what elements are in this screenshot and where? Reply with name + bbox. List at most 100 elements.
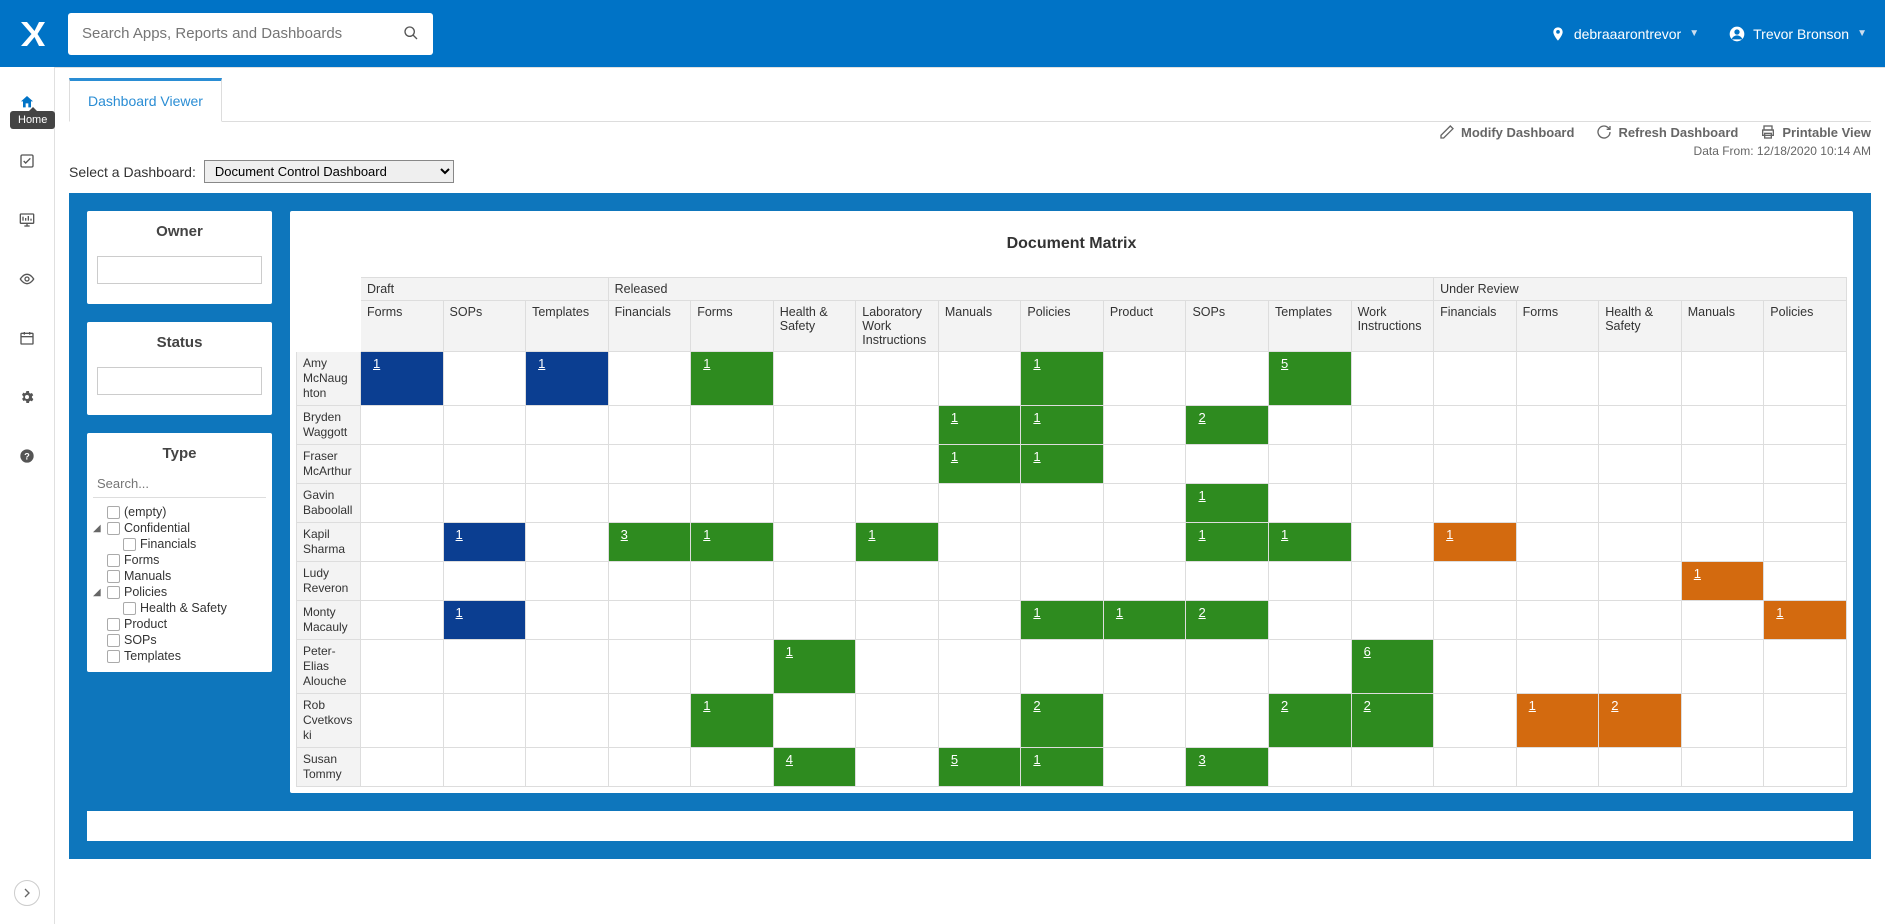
sidebar-help-icon[interactable]: ? <box>0 439 54 472</box>
matrix-cell-link[interactable]: 1 <box>367 356 386 371</box>
printable-view-button[interactable]: Printable View <box>1760 124 1871 140</box>
matrix-cell-link[interactable]: 1 <box>1027 356 1046 371</box>
matrix-cell[interactable]: 1 <box>856 523 939 562</box>
sidebar-expand-icon[interactable] <box>14 880 40 906</box>
matrix-cell[interactable]: 3 <box>608 523 691 562</box>
matrix-cell[interactable]: 1 <box>691 694 774 748</box>
tree-item[interactable]: Confidential <box>124 521 190 535</box>
matrix-cell[interactable]: 1 <box>1021 406 1104 445</box>
matrix-cell[interactable]: 1 <box>361 352 444 406</box>
matrix-cell[interactable]: 2 <box>1269 694 1352 748</box>
matrix-cell-link[interactable]: 1 <box>532 356 551 371</box>
matrix-cell-link[interactable]: 2 <box>1027 698 1046 713</box>
checkbox[interactable] <box>123 538 136 551</box>
global-search[interactable] <box>68 13 433 55</box>
checkbox[interactable] <box>123 602 136 615</box>
matrix-cell[interactable]: 4 <box>773 748 856 787</box>
collapse-icon[interactable]: ◢ <box>93 523 103 534</box>
matrix-cell-link[interactable]: 1 <box>1027 410 1046 425</box>
matrix-cell[interactable]: 1 <box>1186 484 1269 523</box>
tree-item[interactable]: Health & Safety <box>140 601 227 615</box>
tree-item[interactable]: SOPs <box>124 633 157 647</box>
matrix-cell[interactable]: 1 <box>1021 352 1104 406</box>
checkbox[interactable] <box>107 586 120 599</box>
tree-item[interactable]: Forms <box>124 553 159 567</box>
checkbox[interactable] <box>107 618 120 631</box>
search-icon[interactable] <box>403 25 419 43</box>
matrix-cell-link[interactable]: 2 <box>1192 410 1211 425</box>
matrix-cell[interactable]: 2 <box>1186 406 1269 445</box>
tree-item[interactable]: Templates <box>124 649 181 663</box>
matrix-cell-link[interactable]: 4 <box>780 752 799 767</box>
matrix-cell[interactable]: 1 <box>1186 523 1269 562</box>
matrix-cell-link[interactable]: 1 <box>1688 566 1707 581</box>
matrix-cell-link[interactable]: 1 <box>945 449 964 464</box>
matrix-cell-link[interactable]: 3 <box>1192 752 1211 767</box>
matrix-cell[interactable]: 2 <box>1186 601 1269 640</box>
matrix-cell[interactable]: 1 <box>1021 601 1104 640</box>
matrix-cell-link[interactable]: 2 <box>1605 698 1624 713</box>
matrix-cell[interactable]: 1 <box>938 445 1021 484</box>
matrix-cell[interactable]: 2 <box>1021 694 1104 748</box>
matrix-cell-link[interactable]: 6 <box>1358 644 1377 659</box>
matrix-cell-link[interactable]: 1 <box>780 644 799 659</box>
matrix-cell-link[interactable]: 1 <box>1027 449 1046 464</box>
checkbox[interactable] <box>107 650 120 663</box>
tree-item[interactable]: Product <box>124 617 167 631</box>
checkbox[interactable] <box>107 570 120 583</box>
search-input[interactable] <box>82 25 403 42</box>
sidebar-dashboard-icon[interactable] <box>0 203 54 236</box>
matrix-cell[interactable]: 5 <box>1269 352 1352 406</box>
checkbox[interactable] <box>107 554 120 567</box>
checkbox[interactable] <box>107 634 120 647</box>
sidebar-home-icon[interactable]: Home <box>0 85 54 118</box>
owner-filter-input[interactable] <box>97 256 262 284</box>
tree-item[interactable]: (empty) <box>124 505 166 519</box>
matrix-cell-link[interactable]: 1 <box>1440 527 1459 542</box>
matrix-cell[interactable]: 6 <box>1351 640 1434 694</box>
matrix-cell-link[interactable]: 1 <box>1110 605 1129 620</box>
matrix-cell[interactable]: 1 <box>691 352 774 406</box>
matrix-cell-link[interactable]: 1 <box>697 698 716 713</box>
matrix-cell[interactable]: 1 <box>1681 562 1764 601</box>
tree-item[interactable]: Policies <box>124 585 167 599</box>
matrix-cell-link[interactable]: 1 <box>450 527 469 542</box>
matrix-cell[interactable]: 1 <box>526 352 609 406</box>
matrix-cell-link[interactable]: 1 <box>1275 527 1294 542</box>
matrix-cell[interactable]: 2 <box>1599 694 1682 748</box>
sidebar-settings-icon[interactable] <box>0 380 54 413</box>
app-logo[interactable] <box>18 19 48 49</box>
matrix-cell-link[interactable]: 1 <box>1770 605 1789 620</box>
matrix-cell-link[interactable]: 1 <box>1523 698 1542 713</box>
matrix-cell[interactable]: 1 <box>1269 523 1352 562</box>
matrix-cell[interactable]: 2 <box>1351 694 1434 748</box>
matrix-cell-link[interactable]: 2 <box>1275 698 1294 713</box>
matrix-cell-link[interactable]: 1 <box>945 410 964 425</box>
sidebar-tasks-icon[interactable] <box>0 144 54 177</box>
matrix-cell[interactable]: 1 <box>1434 523 1517 562</box>
type-search-input[interactable] <box>93 470 266 498</box>
matrix-cell[interactable]: 1 <box>1021 445 1104 484</box>
sidebar-views-icon[interactable] <box>0 262 54 295</box>
matrix-cell[interactable]: 5 <box>938 748 1021 787</box>
matrix-cell[interactable]: 1 <box>1021 748 1104 787</box>
tree-item[interactable]: Manuals <box>124 569 171 583</box>
matrix-cell-link[interactable]: 1 <box>697 356 716 371</box>
checkbox[interactable] <box>107 522 120 535</box>
checkbox[interactable] <box>107 506 120 519</box>
matrix-cell[interactable]: 1 <box>773 640 856 694</box>
matrix-cell[interactable]: 3 <box>1186 748 1269 787</box>
matrix-cell-link[interactable]: 1 <box>1027 605 1046 620</box>
matrix-cell-link[interactable]: 1 <box>1192 488 1211 503</box>
collapse-icon[interactable]: ◢ <box>93 587 103 598</box>
matrix-cell-link[interactable]: 5 <box>1275 356 1294 371</box>
matrix-cell-link[interactable]: 1 <box>862 527 881 542</box>
location-menu[interactable]: debraaarontrevor ▼ <box>1550 26 1699 42</box>
tab-dashboard-viewer[interactable]: Dashboard Viewer <box>69 78 222 122</box>
matrix-cell-link[interactable]: 5 <box>945 752 964 767</box>
matrix-cell[interactable]: 1 <box>1764 601 1847 640</box>
matrix-cell[interactable]: 1 <box>938 406 1021 445</box>
matrix-cell-link[interactable]: 1 <box>1192 527 1211 542</box>
refresh-dashboard-button[interactable]: Refresh Dashboard <box>1596 124 1738 140</box>
matrix-cell[interactable]: 1 <box>443 601 526 640</box>
